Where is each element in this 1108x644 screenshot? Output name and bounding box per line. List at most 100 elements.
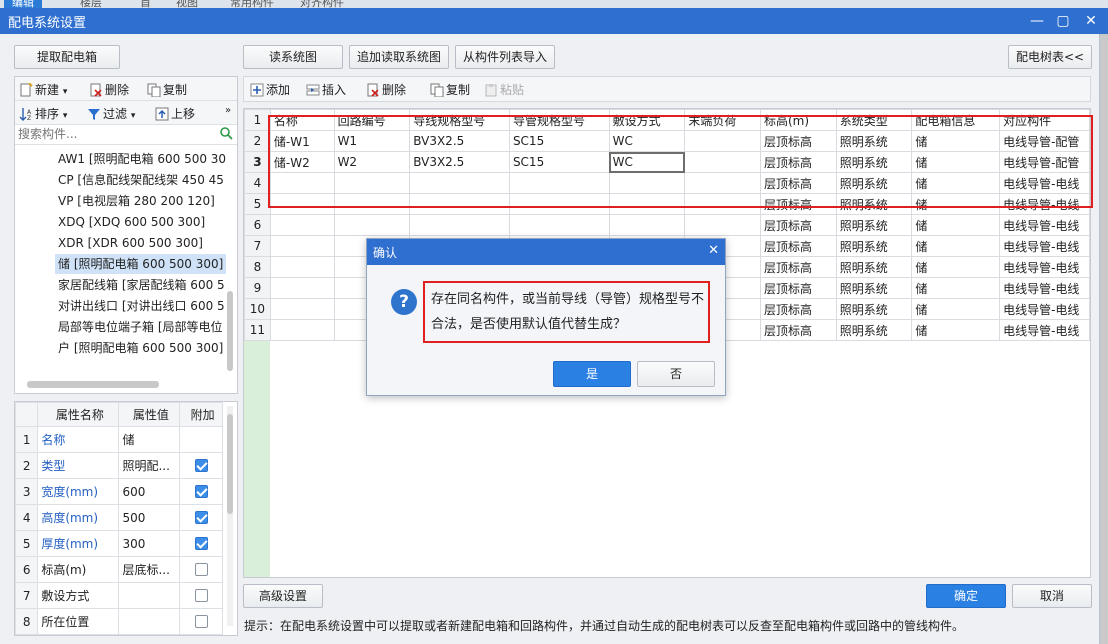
grid-cell[interactable]: 电线导管-电线 [999,256,1090,278]
property-value[interactable]: 600 [118,478,181,505]
tree-item[interactable]: VP [电视层箱 280 200 120] [55,191,218,211]
tab-floor[interactable]: 楼层 [80,0,102,8]
copy-row-button[interactable]: 复制 [430,81,470,98]
delete-row-button[interactable]: 删除 [366,81,406,98]
grid-cell[interactable] [269,235,335,257]
tree-item-selected[interactable]: 储 [照明配电箱 600 500 300] [55,254,227,274]
tab-edit[interactable]: 编辑 [4,0,42,8]
more-icon[interactable]: » [225,105,231,116]
tab-align[interactable]: 对齐构件 [300,0,344,8]
tree-item[interactable]: 局部等电位端子箱 [局部等电位 [55,317,226,337]
property-value[interactable]: 300 [118,530,181,557]
extra-checkbox[interactable] [194,562,208,576]
property-vertical-scrollbar[interactable] [227,406,233,626]
tree-item[interactable]: CP [信息配线架配线架 450 45 [55,170,227,190]
grid-cell[interactable]: 电线导管-电线 [999,214,1090,236]
import-from-list-button[interactable]: 从构件列表导入 [455,45,555,69]
grid-cell[interactable] [409,214,510,236]
extra-checkbox[interactable] [194,484,208,498]
paste-button[interactable]: 粘贴 [484,81,524,98]
grid-cell[interactable]: 层顶标高 [760,319,837,341]
tree-item[interactable]: 对讲出线口 [对讲出线口 600 5 [55,296,228,316]
grid-cell[interactable]: 照明系统 [835,256,913,278]
grid-cell[interactable]: 储 [911,298,1001,320]
property-value[interactable]: 500 [118,504,181,531]
grid-cell[interactable]: 照明系统 [835,319,913,341]
tree-item[interactable]: AW1 [照明配电箱 600 500 30 [55,149,229,169]
grid-cell[interactable] [608,214,686,236]
grid-cell[interactable] [269,256,335,278]
tree-horizontal-scrollbar[interactable] [27,381,159,388]
extra-checkbox[interactable] [194,614,208,628]
maximize-icon[interactable]: ▢ [1052,11,1074,31]
search-input[interactable] [15,125,215,143]
grid-cell[interactable]: 照明系统 [835,277,913,299]
delete-button[interactable]: 删除 [89,81,129,98]
grid-cell[interactable] [269,277,335,299]
grid-cell[interactable]: 储 [911,235,1001,257]
close-icon[interactable]: ✕ [708,243,719,258]
grid-cell[interactable]: 照明系统 [835,214,913,236]
grid-cell[interactable] [269,214,335,236]
property-row[interactable]: 6 标高(m) 层底标... [15,556,223,583]
grid-cell[interactable]: 电线导管-电线 [999,277,1090,299]
property-value[interactable]: 储 [118,426,181,453]
add-button[interactable]: 添加 [250,81,290,98]
grid-cell[interactable]: 储 [911,256,1001,278]
grid-cell[interactable] [333,214,411,236]
property-row[interactable]: 4 高度(mm) 500 [15,504,223,531]
grid-cell[interactable] [269,319,335,341]
grid-cell[interactable] [508,214,610,236]
extra-checkbox[interactable] [194,510,208,524]
insert-button[interactable]: 插入 [306,81,346,98]
grid-cell[interactable]: 照明系统 [835,298,913,320]
minimize-icon[interactable]: — [1026,11,1048,31]
property-value[interactable] [118,582,181,609]
property-row[interactable]: 2 类型 照明配... [15,452,223,479]
grid-cell[interactable] [269,298,335,320]
filter-button[interactable]: 过滤 ▾ [87,105,135,122]
property-value[interactable]: 照明配... [118,452,181,479]
tab-home[interactable]: 首 [140,0,151,8]
property-row[interactable]: 3 宽度(mm) 600 [15,478,223,505]
extract-box-button[interactable]: 提取配电箱 [14,45,120,69]
tree-item[interactable]: 家居配线箱 [家居配线箱 600 5 [55,275,228,295]
grid-cell[interactable]: 层顶标高 [760,256,837,278]
grid-cell[interactable] [684,214,761,236]
ok-button[interactable]: 确定 [926,584,1006,608]
property-value[interactable]: 层底标... [118,556,181,583]
tab-view[interactable]: 视图 [176,0,198,8]
table-row[interactable]: 6 层顶标高 照明系统储电线导管-电线 [244,214,1090,236]
property-row[interactable]: 1 名称储 [15,426,223,453]
no-button[interactable]: 否 [637,361,715,387]
grid-cell[interactable]: 储 [911,277,1001,299]
tree-item[interactable]: XDR [XDR 600 500 300] [55,233,206,253]
extra-checkbox[interactable] [194,588,208,602]
grid-cell[interactable]: 层顶标高 [760,277,837,299]
tree-vertical-scrollbar[interactable] [227,291,233,371]
grid-cell[interactable]: 层顶标高 [760,214,837,236]
yes-button[interactable]: 是 [553,361,631,387]
extra-checkbox[interactable] [194,458,208,472]
property-value[interactable] [118,608,181,635]
append-read-button[interactable]: 追加读取系统图 [349,45,449,69]
grid-cell[interactable]: 电线导管-电线 [999,235,1090,257]
advanced-settings-button[interactable]: 高级设置 [243,584,323,608]
grid-cell[interactable]: 储 [911,214,1001,236]
extra-checkbox[interactable] [194,536,208,550]
property-row[interactable]: 8 所在位置 [15,608,223,635]
tree-item[interactable]: 户 [照明配电箱 600 500 300] [55,338,226,358]
cancel-button[interactable]: 取消 [1012,584,1092,608]
grid-cell[interactable]: 层顶标高 [760,298,837,320]
move-up-button[interactable]: 上移 [155,105,195,122]
distribution-tree-button[interactable]: 配电树表<< [1008,45,1092,69]
grid-cell[interactable]: 电线导管-电线 [999,319,1090,341]
property-row[interactable]: 5 厚度(mm) 300 [15,530,223,557]
scrollbar-thumb[interactable] [227,414,233,514]
tree-item[interactable]: XDQ [XDQ 600 500 300] [55,212,208,232]
grid-cell[interactable]: 照明系统 [835,235,913,257]
grid-cell[interactable]: 储 [911,319,1001,341]
search-icon[interactable] [220,127,233,143]
new-button[interactable]: 新建 ▾ [19,81,67,98]
read-system-diagram-button[interactable]: 读系统图 [243,45,343,69]
